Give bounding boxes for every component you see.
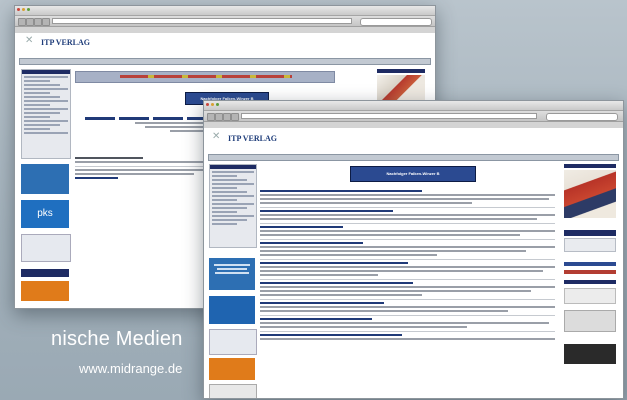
search-field[interactable]: [546, 113, 618, 121]
reload-button-icon[interactable]: [223, 113, 231, 121]
address-bar[interactable]: [52, 18, 352, 24]
screen: { "caption": { "headline": "nische Medie…: [0, 0, 627, 400]
forward-button-icon[interactable]: [26, 18, 34, 26]
left-nav[interactable]: [209, 164, 257, 248]
magazine-cover[interactable]: [377, 75, 425, 101]
browser-window-front[interactable]: ✕ ITP VERLAG Nachfolger Falken-Winzer B: [203, 100, 624, 399]
site-navbar[interactable]: [19, 58, 431, 65]
right-column: [377, 69, 425, 101]
forward-button-icon[interactable]: [215, 113, 223, 121]
right-ad-2[interactable]: [564, 310, 616, 332]
promo-banner[interactable]: [75, 71, 335, 83]
web-page: ✕ ITP VERLAG Nachfolger Falken-Winzer B: [204, 128, 623, 398]
side-ad-box[interactable]: [21, 234, 71, 262]
home-button-icon[interactable]: [42, 18, 50, 26]
title-bar[interactable]: [204, 101, 623, 111]
side-ad-orange[interactable]: [209, 358, 255, 380]
reload-button-icon[interactable]: [34, 18, 42, 26]
site-header: ✕ ITP VERLAG: [15, 33, 435, 55]
search-field[interactable]: [360, 18, 432, 26]
side-ad-box[interactable]: [209, 329, 257, 355]
right-widget[interactable]: [564, 238, 616, 252]
side-ad-pks[interactable]: pks: [21, 200, 69, 228]
logo-mark-icon: ✕: [212, 131, 221, 142]
side-ad-bar[interactable]: [21, 269, 69, 277]
right-ad[interactable]: [564, 288, 616, 304]
caption-headline: nische Medien: [51, 328, 183, 350]
right-column: [564, 164, 616, 364]
home-button-icon[interactable]: [231, 113, 239, 121]
side-ad-small[interactable]: [209, 384, 257, 398]
side-ad-blue[interactable]: [209, 258, 255, 290]
browser-toolbar: [15, 16, 435, 27]
headline-box[interactable]: Nachfolger Falken-Winzer B: [350, 166, 476, 182]
side-ad-orange[interactable]: [21, 281, 69, 301]
site-logo[interactable]: ITP VERLAG: [41, 38, 90, 47]
browser-toolbar: [204, 111, 623, 122]
magazine-cover[interactable]: [564, 170, 616, 218]
right-ad-3[interactable]: [564, 344, 616, 364]
address-bar[interactable]: [241, 113, 537, 119]
left-nav[interactable]: [21, 69, 71, 159]
article-list[interactable]: [260, 188, 555, 340]
site-logo[interactable]: ITP VERLAG: [228, 134, 277, 143]
side-ad-tech[interactable]: [209, 296, 255, 324]
caption-url[interactable]: www.midrange.de: [79, 361, 182, 376]
back-button-icon[interactable]: [18, 18, 26, 26]
title-bar[interactable]: [15, 6, 435, 16]
site-navbar[interactable]: [208, 154, 619, 161]
side-ad-blue[interactable]: [21, 164, 69, 194]
site-header: ✕ ITP VERLAG: [204, 128, 623, 150]
logo-mark-icon: ✕: [25, 35, 34, 46]
back-button-icon[interactable]: [207, 113, 215, 121]
